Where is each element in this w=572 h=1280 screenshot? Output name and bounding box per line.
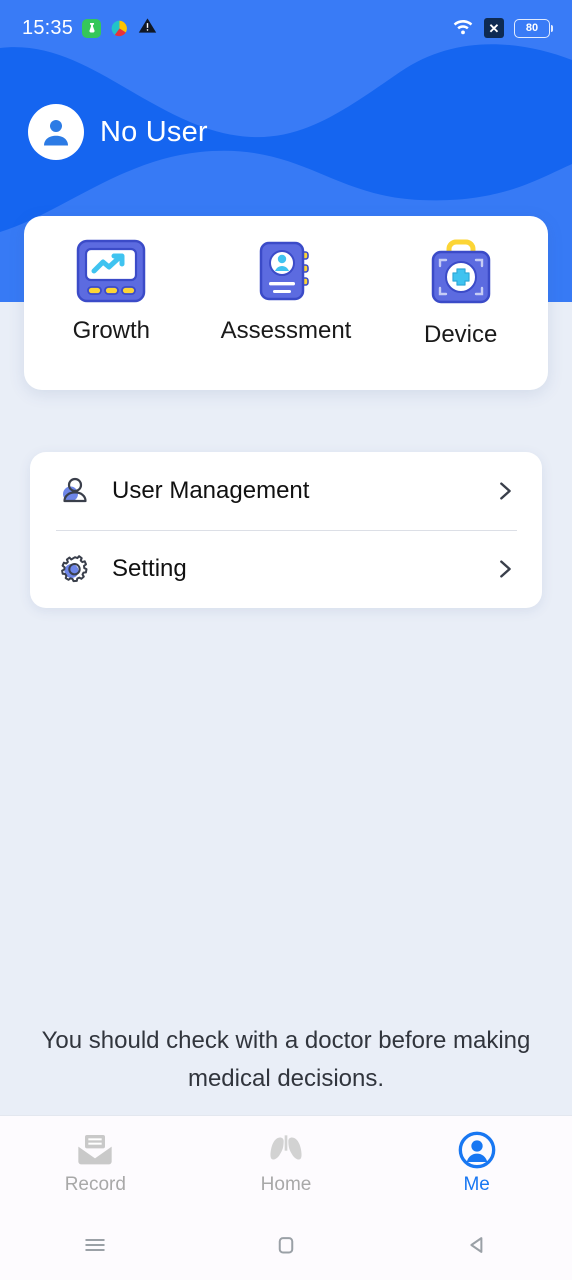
person-avatar-icon — [44, 120, 68, 146]
system-navigation-bar — [0, 1210, 572, 1280]
home-button[interactable] — [191, 1230, 382, 1260]
menu-item-label: User Management — [112, 477, 310, 504]
x-badge-icon: ✕ — [484, 18, 504, 38]
user-name-label: No User — [100, 115, 208, 148]
bottom-tab-bar: Record Home Me — [0, 1115, 572, 1210]
recents-menu-icon — [85, 1239, 106, 1251]
status-bar-right: ✕ 80 — [452, 17, 553, 40]
wifi-icon — [452, 17, 474, 40]
menu-item-label: Setting — [112, 555, 187, 582]
gear-icon — [61, 555, 88, 583]
menu-item-user-management[interactable]: User Management — [56, 452, 516, 530]
person-circle-icon — [458, 1131, 496, 1169]
status-bar-clock: 15:35 — [22, 16, 74, 39]
back-triangle-icon — [470, 1237, 483, 1253]
settings-menu-card: User Management Setting — [30, 452, 542, 608]
warning-triangle-icon — [138, 16, 157, 40]
tab-home[interactable]: Home — [191, 1130, 382, 1196]
home-square-icon — [278, 1237, 294, 1254]
quick-action-device[interactable]: Device — [373, 238, 548, 349]
green-app-icon — [82, 18, 102, 38]
tab-label: Me — [463, 1174, 490, 1195]
quick-action-label: Device — [424, 321, 498, 348]
app-screen: 15:35 ✕ 80 No User Growth Assessment Dev… — [0, 0, 572, 1280]
menu-item-setting[interactable]: Setting — [56, 530, 517, 608]
tab-label: Record — [64, 1174, 126, 1195]
battery-level-label: 80 — [525, 21, 539, 34]
recents-button[interactable] — [0, 1230, 191, 1260]
user-management-icon — [63, 477, 87, 503]
lungs-icon — [270, 1135, 302, 1160]
medical-disclaimer: You should check with a doctor before ma… — [41, 1027, 531, 1093]
avatar[interactable] — [28, 104, 84, 160]
assessment-book-icon — [259, 241, 309, 301]
status-bar-left: 15:35 — [22, 16, 157, 40]
pill-app-icon — [110, 19, 129, 38]
back-button[interactable] — [381, 1230, 572, 1260]
record-envelope-icon — [78, 1135, 112, 1165]
quick-action-label: Assessment — [220, 317, 352, 344]
status-bar: 15:35 ✕ 80 — [0, 0, 572, 56]
quick-actions-card: Growth Assessment Device — [24, 216, 548, 390]
quick-action-assessment[interactable]: Assessment — [199, 238, 374, 345]
profile-block[interactable]: No User — [28, 104, 208, 160]
quick-action-label: Growth — [72, 317, 151, 344]
chevron-right-icon — [500, 482, 511, 500]
device-medkit-icon — [431, 239, 490, 304]
tab-me[interactable]: Me — [381, 1130, 572, 1196]
tab-label: Home — [260, 1174, 312, 1195]
tab-record[interactable]: Record — [0, 1130, 191, 1196]
growth-monitor-icon — [77, 239, 146, 303]
battery-icon: 80 — [514, 18, 553, 38]
quick-action-growth[interactable]: Growth — [24, 238, 199, 345]
chevron-right-icon — [500, 560, 511, 578]
